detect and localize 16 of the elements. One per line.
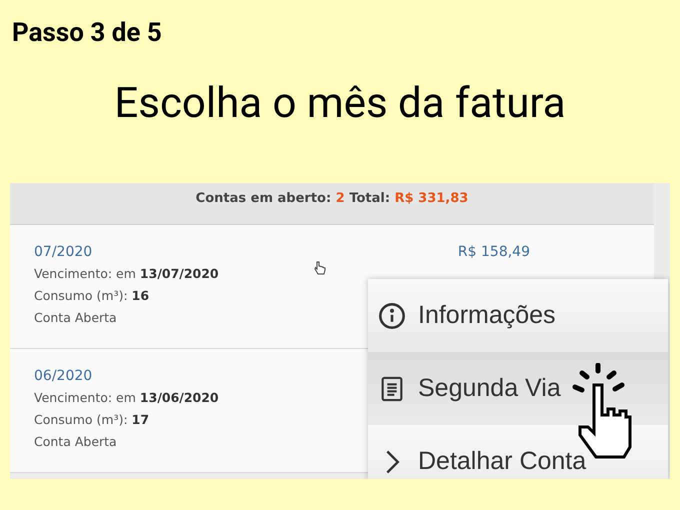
summary-text: Contas em aberto: 2 Total: R$ 331,83 (196, 190, 468, 208)
due-date: Vencimento: em 13/06/2020 (34, 389, 219, 407)
usage: Consumo (m³): 16 (34, 287, 150, 305)
bill-status: Conta Aberta (34, 309, 117, 327)
step-label: Passo 3 de 5 (12, 18, 162, 48)
bill-month[interactable]: 06/2020 (34, 365, 92, 387)
menu-item[interactable]: Detalhar Conta (368, 425, 668, 479)
bill-amount: R$ 158,49 (458, 243, 530, 262)
menu-item[interactable]: Informações (368, 279, 668, 352)
bill-month[interactable]: 07/2020 (34, 241, 92, 263)
heading: Escolha o mês da fatura (114, 83, 566, 125)
info-icon (378, 302, 406, 330)
usage: Consumo (m³): 17 (34, 411, 150, 429)
bill-status: Conta Aberta (34, 433, 117, 451)
pointer-cursor-icon (314, 261, 326, 275)
due-date: Vencimento: em 13/07/2020 (34, 265, 219, 283)
